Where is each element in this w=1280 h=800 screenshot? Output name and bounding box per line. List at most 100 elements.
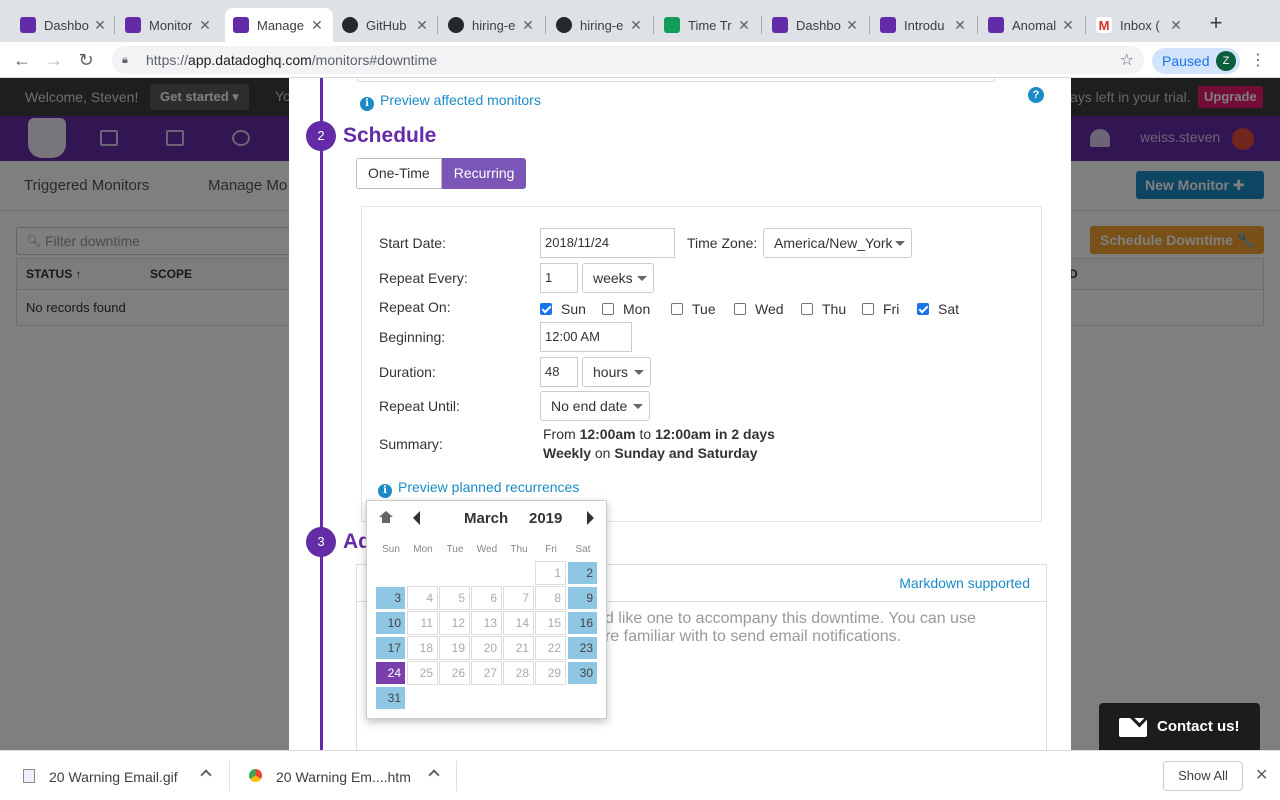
url-host: app.datadoghq.com	[188, 52, 312, 68]
calendar-day: 4	[407, 586, 438, 610]
browser-tab[interactable]: Dashbo ✕	[764, 8, 868, 42]
download-divider	[456, 761, 457, 791]
day-label: Tue	[692, 301, 716, 317]
reload-icon[interactable]: ↻	[74, 48, 98, 72]
start-date-input[interactable]: 2018/11/24	[540, 228, 675, 258]
browser-tab[interactable]: hiring-e ✕	[440, 8, 544, 42]
close-icon[interactable]: ✕	[1255, 765, 1268, 785]
day-checkbox-mon[interactable]: Mon	[602, 301, 650, 317]
close-tab-icon[interactable]: ✕	[520, 17, 536, 34]
one-time-button[interactable]: One-Time	[356, 158, 442, 189]
close-tab-icon[interactable]: ✕	[1060, 17, 1076, 34]
repeat-until-select[interactable]: No end date	[540, 391, 650, 421]
browser-tab[interactable]: hiring-e ✕	[548, 8, 652, 42]
browser-tab-strip: Dashbo ✕ Monitor ✕ Manage ✕ GitHub ✕ hiring-e ✕ hi…	[0, 0, 1280, 42]
markdown-supported-link[interactable]: Markdown supported	[899, 575, 1030, 591]
browser-tab[interactable]: M Inbox (✕	[1088, 8, 1192, 42]
calendar-day[interactable]: 16	[567, 611, 598, 635]
picker-year[interactable]: 2019	[529, 510, 562, 527]
day-label: Thu	[822, 301, 847, 317]
gmail-icon: M	[1096, 17, 1112, 33]
chevron-up-icon[interactable]	[200, 769, 212, 781]
close-tab-icon[interactable]: ✕	[1168, 17, 1184, 34]
browser-tab[interactable]: Time Tr ✕	[656, 8, 760, 42]
calendar-day[interactable]: 2	[567, 561, 598, 585]
close-tab-icon[interactable]: ✕	[844, 17, 860, 34]
timezone-select[interactable]: America/New_York	[763, 228, 912, 258]
contact-us-button[interactable]: Contact us!	[1099, 703, 1260, 750]
calendar-day[interactable]: 10	[375, 611, 406, 635]
checkbox-unchecked-icon[interactable]	[671, 303, 683, 315]
close-tab-icon[interactable]: ✕	[414, 17, 430, 34]
repeat-every-input[interactable]: 1	[540, 263, 578, 293]
browser-tab[interactable]: GitHub ✕	[334, 8, 438, 42]
browser-tab[interactable]: Anomal ✕	[980, 8, 1084, 42]
browser-tab[interactable]: Introdu ✕	[872, 8, 976, 42]
close-tab-icon[interactable]: ✕	[92, 17, 108, 34]
weekday-header: Sat	[575, 544, 591, 555]
bookmark-star-icon[interactable]: ☆	[1120, 50, 1134, 70]
calendar-day[interactable]: 23	[567, 636, 598, 660]
tab-title: GitHub	[366, 17, 407, 33]
url-scheme: https://	[146, 52, 189, 68]
day-checkbox-sun[interactable]: Sun	[540, 301, 586, 317]
browser-tab[interactable]: Dashbo ✕	[12, 8, 116, 42]
downloads-bar: 20 Warning Email.gif 20 Warning Em....ht…	[0, 750, 1280, 800]
day-checkbox-fri[interactable]: Fri	[862, 301, 899, 317]
datadog-icon	[125, 17, 141, 33]
duration-input[interactable]: 48	[540, 357, 578, 387]
profile-button[interactable]: Paused Z	[1152, 48, 1240, 74]
lock-icon: 🔒︎	[122, 53, 128, 66]
download-item-2[interactable]: 20 Warning Em....htm	[276, 769, 411, 785]
back-icon[interactable]: ←	[10, 48, 34, 72]
next-month-icon[interactable]	[587, 511, 594, 525]
calendar-day[interactable]: 3	[375, 586, 406, 610]
close-tab-icon[interactable]: ✕	[736, 17, 752, 34]
calendar-day[interactable]: 17	[375, 636, 406, 660]
browser-tab[interactable]: Monitor ✕	[117, 8, 221, 42]
calendar-day[interactable]: 9	[567, 586, 598, 610]
download-item-1[interactable]: 20 Warning Email.gif	[49, 769, 178, 785]
scope-field[interactable]	[357, 78, 995, 82]
selected-day[interactable]: 24	[375, 661, 406, 685]
checkbox-unchecked-icon[interactable]	[801, 303, 813, 315]
calendar-day: 1	[535, 561, 566, 585]
address-bar[interactable]: 🔒︎ https://app.datadoghq.com/monitors#do…	[112, 46, 1144, 74]
new-tab-icon[interactable]: +	[1206, 12, 1226, 36]
close-tab-icon[interactable]: ✕	[952, 17, 968, 34]
recurring-button[interactable]: Recurring	[441, 158, 527, 189]
checkbox-checked-icon[interactable]	[540, 303, 552, 315]
checkbox-unchecked-icon[interactable]	[602, 303, 614, 315]
home-icon[interactable]	[379, 511, 393, 523]
close-tab-icon[interactable]: ✕	[197, 17, 213, 34]
previous-month-icon[interactable]	[413, 511, 420, 525]
contact-us-label: Contact us!	[1157, 718, 1240, 735]
browser-tab[interactable]: Manage ✕	[225, 8, 333, 42]
preview-planned-recurrences-link[interactable]: i Preview planned recurrences	[378, 479, 579, 498]
duration-unit-select[interactable]: hours	[582, 357, 651, 387]
checkbox-unchecked-icon[interactable]	[734, 303, 746, 315]
tab-separator	[114, 16, 115, 34]
close-tab-icon[interactable]: ✕	[309, 17, 325, 34]
forward-icon[interactable]: →	[42, 48, 66, 72]
close-tab-icon[interactable]: ✕	[628, 17, 644, 34]
checkbox-checked-icon[interactable]	[917, 303, 929, 315]
beginning-time-input[interactable]: 12:00 AM	[540, 322, 632, 352]
repeat-unit-select[interactable]: weeks	[582, 263, 654, 293]
calendar-day: 6	[471, 586, 502, 610]
help-icon[interactable]: ?	[1028, 87, 1044, 103]
day-checkbox-thu[interactable]: Thu	[801, 301, 846, 317]
checkbox-unchecked-icon[interactable]	[862, 303, 874, 315]
day-checkbox-sat[interactable]: Sat	[917, 301, 959, 317]
calendar-day[interactable]: 31	[375, 686, 406, 710]
day-checkbox-tue[interactable]: Tue	[671, 301, 716, 317]
chevron-up-icon[interactable]	[428, 769, 440, 781]
show-all-button[interactable]: Show All	[1163, 761, 1243, 791]
day-checkbox-wed[interactable]: Wed	[734, 301, 784, 317]
calendar-day[interactable]: 30	[567, 661, 598, 685]
summary-to-time: 12:00am in 2 days	[655, 426, 775, 442]
browser-menu-icon[interactable]: ⋮	[1250, 50, 1266, 70]
summary-frequency: Weekly	[543, 445, 591, 461]
preview-affected-monitors-link[interactable]: i Preview affected monitors	[360, 92, 541, 111]
picker-month[interactable]: March	[464, 510, 508, 527]
